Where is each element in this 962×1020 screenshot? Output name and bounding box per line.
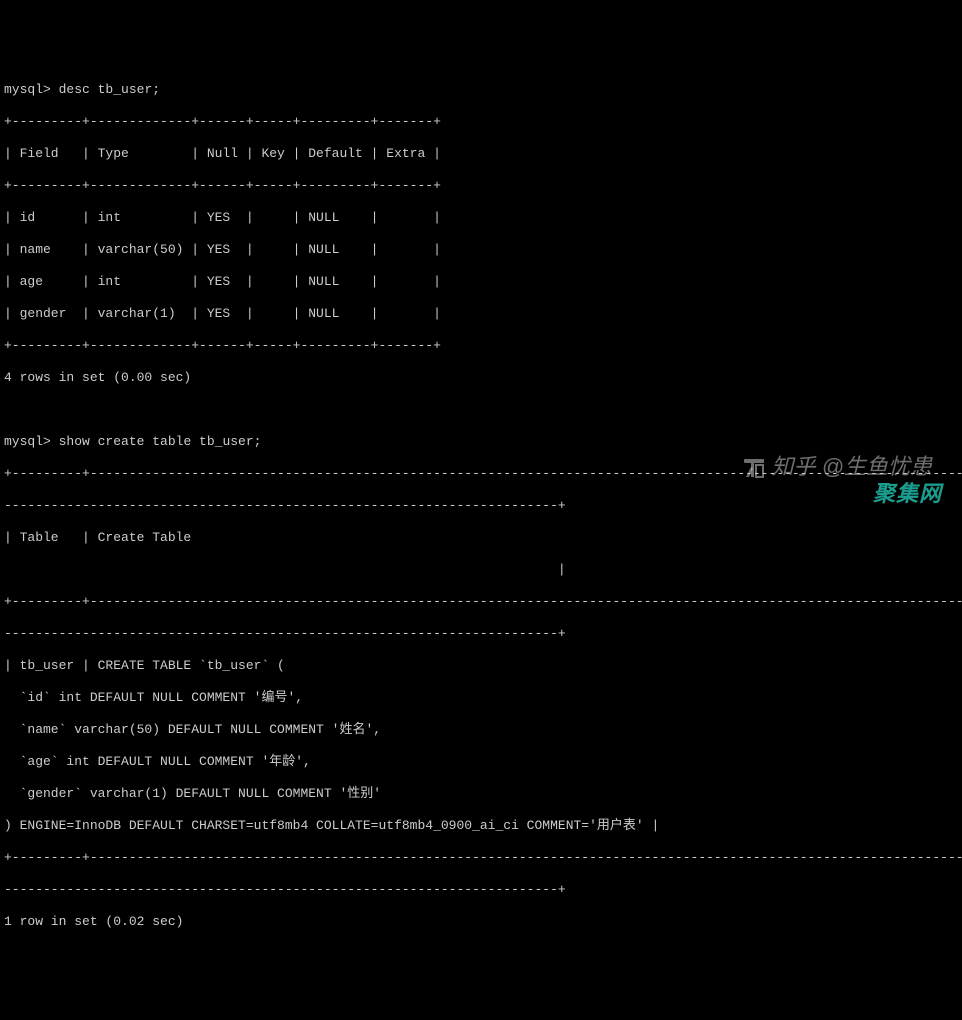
- create-table-row: `id` int DEFAULT NULL COMMENT '编号',: [4, 690, 958, 706]
- zhihu-logo-icon: [742, 456, 766, 480]
- desc-result-footer: 4 rows in set (0.00 sec): [4, 370, 958, 386]
- create-table-header: | Table | Create Table: [4, 530, 958, 546]
- blank-line: [4, 402, 958, 418]
- create-table-border-2b: ----------------------------------------…: [4, 626, 958, 642]
- mysql-prompt: mysql>: [4, 434, 51, 449]
- desc-table-row: | age | int | YES | | NULL | |: [4, 274, 958, 290]
- desc-table-row: | id | int | YES | | NULL | |: [4, 210, 958, 226]
- command-text: show create table tb_user;: [59, 434, 262, 449]
- create-table-border-2a: +---------+-----------------------------…: [4, 594, 958, 610]
- desc-table-border-mid: +---------+-------------+------+-----+--…: [4, 178, 958, 194]
- create-table-row: ) ENGINE=InnoDB DEFAULT CHARSET=utf8mb4 …: [4, 818, 958, 834]
- desc-table-border-top: +---------+-------------+------+-----+--…: [4, 114, 958, 130]
- create-table-row: `name` varchar(50) DEFAULT NULL COMMENT …: [4, 722, 958, 738]
- terminal-output: mysql> desc tb_user; +---------+--------…: [4, 66, 958, 946]
- command-text: desc tb_user;: [59, 82, 160, 97]
- mysql-prompt: mysql>: [4, 82, 51, 97]
- desc-table-header-row: | Field | Type | Null | Key | Default | …: [4, 146, 958, 162]
- desc-table-border-bot: +---------+-------------+------+-----+--…: [4, 338, 958, 354]
- command-line-1: mysql> desc tb_user;: [4, 82, 958, 98]
- desc-table-row: | name | varchar(50) | YES | | NULL | |: [4, 242, 958, 258]
- create-table-header-end: |: [4, 562, 958, 578]
- jujiwang-watermark: 聚集网: [873, 486, 942, 502]
- zhihu-user-text: @生鱼忧患: [822, 454, 932, 479]
- create-result-footer: 1 row in set (0.02 sec): [4, 914, 958, 930]
- zhihu-watermark: 知乎 @生鱼忧患: [729, 440, 932, 480]
- create-table-row: `age` int DEFAULT NULL COMMENT '年龄',: [4, 754, 958, 770]
- create-table-row: `gender` varchar(1) DEFAULT NULL COMMENT…: [4, 786, 958, 802]
- desc-table-row: | gender | varchar(1) | YES | | NULL | |: [4, 306, 958, 322]
- create-table-border-3b: ----------------------------------------…: [4, 882, 958, 898]
- zhihu-brand-text: 知乎: [772, 454, 816, 479]
- create-table-border-1b: ----------------------------------------…: [4, 498, 958, 514]
- create-table-border-3a: +---------+-----------------------------…: [4, 850, 958, 866]
- create-table-row: | tb_user | CREATE TABLE `tb_user` (: [4, 658, 958, 674]
